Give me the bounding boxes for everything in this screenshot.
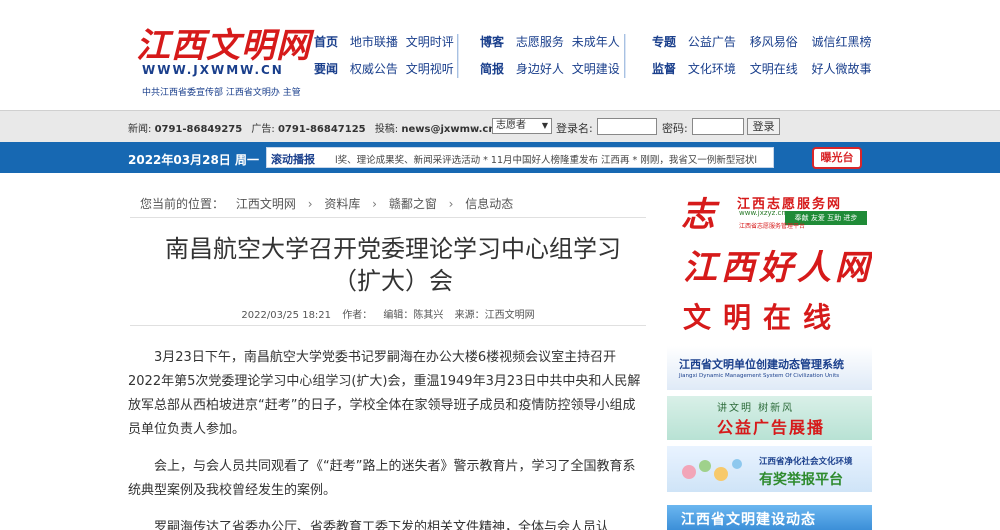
banner-volunteer-service[interactable]: 志 江西志愿服务网 www.jxzyz.cn 奉献 友爱 互助 进步 江西省志愿… [667,183,872,231]
banner-unit-system-en: Jiangxi Dynamic Management System Of Civ… [679,373,840,379]
nav-group-3: 专题 公益广告 移风易俗 诚信红黑榜 监督 文化环境 文明在线 好人微故事 [652,34,876,88]
scroll-news-text[interactable]: l奖、理论成果奖、新闻采评选活动 * 11月中国好人榜隆重发布 江西再 * 刚刚… [335,152,771,166]
news-phone-label: 新闻: [128,124,152,135]
date-bar: 2022年03月28日 周一 滚动播报 l奖、理论成果奖、新闻采评选活动 * 1… [0,142,1000,173]
nav-good-people[interactable]: 身边好人 [516,62,564,76]
article-source: 来源：江西文明网 [454,310,535,321]
expose-button[interactable]: 曝光台 [812,147,862,169]
nav-news[interactable]: 要闻 [314,62,338,76]
banner-public-ads-slogan: 讲文明 树新风 [717,403,795,414]
banner-civil-dynamics-title: 江西省文明建设动态 [681,512,816,528]
nav-micro-story[interactable]: 好人微故事 [812,62,872,76]
breadcrumb-item[interactable]: 江西文明网 [236,197,296,211]
nav-divider [457,34,459,78]
logo-sponsor: 中共江西省委宣传部 江西省文明办 主管 [142,88,301,98]
article-author: 作者： [342,310,373,321]
breadcrumb-sep: › [372,197,377,211]
banner-civil-online-title: 文明在线 [683,301,844,334]
article-paragraph: 会上，与会人员共同观看了《“赶考”路上的迷失者》警示教育片，学习了全国教育系统典… [128,459,636,498]
site-logo[interactable]: 江西文明网 WWW.JXWMW.CN 中共江西省委宣传部 江西省文明办 主管 [132,18,310,100]
user-type-value: 志愿者 [496,120,526,131]
article-editor: 编辑：陈其兴 [383,310,444,321]
divider [130,325,646,326]
site-header: 江西文明网 WWW.JXWMW.CN 中共江西省委宣传部 江西省文明办 主管 首… [0,0,1000,110]
flower-icon [682,459,742,481]
nav-volunteer[interactable]: 志愿服务 [516,35,564,49]
banner-report-platform[interactable]: 江西省净化社会文化环境 有奖举报平台 [667,446,872,492]
nav-supervise[interactable]: 监督 [652,62,676,76]
article-date: 2022/03/25 18:21 [241,310,332,321]
nav-credit-list[interactable]: 诚信红黑榜 [812,35,872,49]
login-name-input[interactable] [597,118,657,135]
nav-city-broadcast[interactable]: 地市联播 [350,35,398,49]
banner-public-ads-title: 公益广告展播 [717,418,826,437]
nav-public-ads[interactable]: 公益广告 [688,35,736,49]
nav-special[interactable]: 专题 [652,35,676,49]
nav-civil-comment[interactable]: 文明时评 [406,35,454,49]
nav-video[interactable]: 文明视听 [406,62,454,76]
banner-volunteer-sub: 江西省志愿服务管理平台 [739,223,806,230]
banner-civil-dynamics[interactable]: 江西省文明建设动态 [667,505,872,530]
banner-civil-online[interactable]: 文明在线 [667,290,872,340]
banner-unit-system[interactable]: 江西省文明单位创建动态管理系统 Jiangxi Dynamic Manageme… [667,346,872,390]
banner-unit-system-title: 江西省文明单位创建动态管理系统 [679,358,844,371]
banner-good-people-title: 江西好人网 [683,248,872,284]
nav-home[interactable]: 首页 [314,35,338,49]
nav-minors[interactable]: 未成年人 [572,35,620,49]
logo-domain: WWW.JXWMW.CN [142,63,284,77]
article-paragraph: 3月23日下午，南昌航空大学党委书记罗嗣海在办公大楼6楼视频会议室主持召开202… [128,350,641,437]
breadcrumb: 您当前的位置： 江西文明网 › 资料库 › 赣鄱之窗 › 信息动态 [140,195,521,212]
login-name-label: 登录名: [556,122,593,135]
article-paragraph: 罗嗣海传达了省委办公厅、省委教育工委下发的相关文件精神，全体与会人员认 [154,520,610,530]
user-type-select[interactable]: 志愿者 ▼ [492,118,552,134]
nav-brief[interactable]: 简报 [480,62,504,76]
mail-address[interactable]: news@jxwmw.cn [401,124,495,135]
scroll-news: 滚动播报 l奖、理论成果奖、新闻采评选活动 * 11月中国好人榜隆重发布 江西再… [266,147,774,168]
article-title: 南昌航空大学召开党委理论学习中心组学习（扩大）会 [165,235,621,295]
breadcrumb-item[interactable]: 赣鄱之窗 [389,197,437,211]
password-input[interactable] [692,118,744,135]
divider [130,217,646,218]
nav-construction[interactable]: 文明建设 [572,62,620,76]
nav-group-2: 博客 志愿服务 未成年人 简报 身边好人 文明建设 [480,34,624,88]
nav-announcement[interactable]: 权威公告 [350,62,398,76]
banner-public-ads[interactable]: 讲文明 树新风 公益广告展播 [667,396,872,440]
current-date: 2022年03月28日 周一 [128,153,259,167]
nav-divider [624,34,626,78]
info-bar: 新闻: 0791-86849275 广告: 0791-86847125 投稿: … [0,110,1000,142]
password-label: 密码: [662,122,688,135]
nav-culture-env[interactable]: 文化环境 [688,62,736,76]
nav-customs[interactable]: 移风易俗 [750,35,798,49]
nav-blog[interactable]: 博客 [480,35,504,49]
article-meta: 2022/03/25 18:21 作者： 编辑：陈其兴 来源：江西文明网 [130,306,646,321]
banner-volunteer-logo: 志 [681,195,715,231]
banner-report-title: 江西省净化社会文化环境 [759,457,853,467]
breadcrumb-prefix: 您当前的位置： [140,197,225,211]
login-button[interactable]: 登录 [747,118,780,135]
breadcrumb-item[interactable]: 资料库 [324,197,360,211]
ad-phone: 0791-86847125 [277,124,366,135]
breadcrumb-sep: › [448,197,454,211]
breadcrumb-sep: › [307,197,313,211]
banner-good-people[interactable]: 江西好人网 [667,238,872,284]
breadcrumb-item[interactable]: 信息动态 [465,197,513,211]
banner-report-sub: 有奖举报平台 [759,472,843,488]
nav-civil-online[interactable]: 文明在线 [750,62,798,76]
ad-phone-label: 广告: [251,124,275,135]
banner-volunteer-url: www.jxzyz.cn [739,209,786,217]
news-phone: 0791-86849275 [154,124,243,135]
mail-label: 投稿: [374,124,399,135]
dropdown-arrow-icon: ▼ [541,121,548,130]
nav-group-1: 首页 地市联播 文明时评 要闻 权威公告 文明视听 [314,34,458,88]
contact-info: 新闻: 0791-86849275 广告: 0791-86847125 投稿: … [128,120,501,135]
logo-chinese: 江西文明网 [136,26,311,66]
scroll-news-label: 滚动播报 [271,153,315,166]
